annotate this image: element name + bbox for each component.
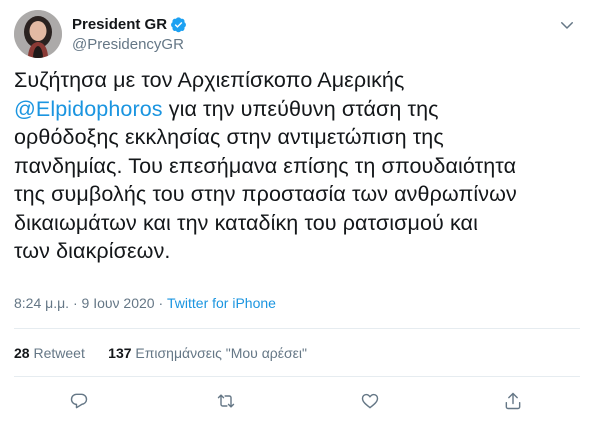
- tweet-date[interactable]: 9 Ιουν 2020: [82, 295, 155, 311]
- retweet-count[interactable]: 28: [14, 345, 30, 361]
- mention-link[interactable]: @Elpidophoros: [14, 97, 163, 121]
- share-icon[interactable]: [500, 388, 526, 414]
- heart-icon[interactable]: [357, 388, 383, 414]
- tweet-text-fragment: για την υπεύθυνη στάση της: [162, 96, 439, 121]
- like-count[interactable]: 137: [108, 345, 131, 361]
- avatar[interactable]: [14, 10, 62, 58]
- reply-icon[interactable]: [66, 388, 92, 414]
- tweet-time[interactable]: 8:24 μ.μ.: [14, 295, 69, 311]
- tweet-text-line: @Elpidophoros για την υπεύθυνη στάση της: [14, 95, 554, 124]
- tweet-meta: 8:24 μ.μ. · 9 Ιουν 2020 · Twitter for iP…: [14, 295, 276, 311]
- like-label[interactable]: Επισημάνσεις "Μου αρέσει": [135, 345, 307, 361]
- avatar-image: [14, 10, 62, 58]
- tweet-text-line: ορθόδοξης εκκλησίας στην αντιμετώπιση τη…: [14, 125, 444, 149]
- divider: [14, 328, 580, 329]
- tweet-text-line: των διακρίσεων.: [14, 239, 171, 263]
- tweet-text-line: της συμβολής του στην προστασία των ανθρ…: [14, 182, 517, 206]
- display-name-row: President GR: [72, 16, 187, 33]
- tweet-source-link[interactable]: Twitter for iPhone: [167, 295, 276, 311]
- meta-separator: ·: [69, 295, 82, 311]
- tweet-text: Συζήτησα με τον Αρχιεπίσκοπο Αμερικής @E…: [14, 66, 554, 266]
- tweet-stats: 28 Retweet 137 Επισημάνσεις "Μου αρέσει": [14, 345, 307, 361]
- divider: [14, 376, 580, 377]
- tweet-header: President GR @PresidencyGR: [14, 10, 580, 58]
- display-name[interactable]: President GR: [72, 16, 167, 33]
- verified-badge-icon: [170, 16, 187, 33]
- tweet-card: President GR @PresidencyGR Συζήτησα με τ…: [0, 0, 594, 421]
- tweet-text-line: δικαιωμάτων και την καταδίκη του ρατσισμ…: [14, 210, 478, 235]
- tweet-text-line: Συζήτησα με τον Αρχιεπίσκοπο Αμερικής: [14, 68, 405, 92]
- chevron-down-icon[interactable]: [558, 16, 576, 34]
- meta-separator: ·: [154, 295, 168, 311]
- retweet-icon[interactable]: [213, 388, 239, 414]
- action-bar: [0, 388, 594, 414]
- author-names: President GR @PresidencyGR: [72, 16, 187, 53]
- tweet-text-line: πανδημίας. Του επεσήμανα επίσης τη σπουδ…: [14, 153, 517, 178]
- user-handle[interactable]: @PresidencyGR: [72, 36, 187, 53]
- retweet-label[interactable]: Retweet: [33, 345, 84, 361]
